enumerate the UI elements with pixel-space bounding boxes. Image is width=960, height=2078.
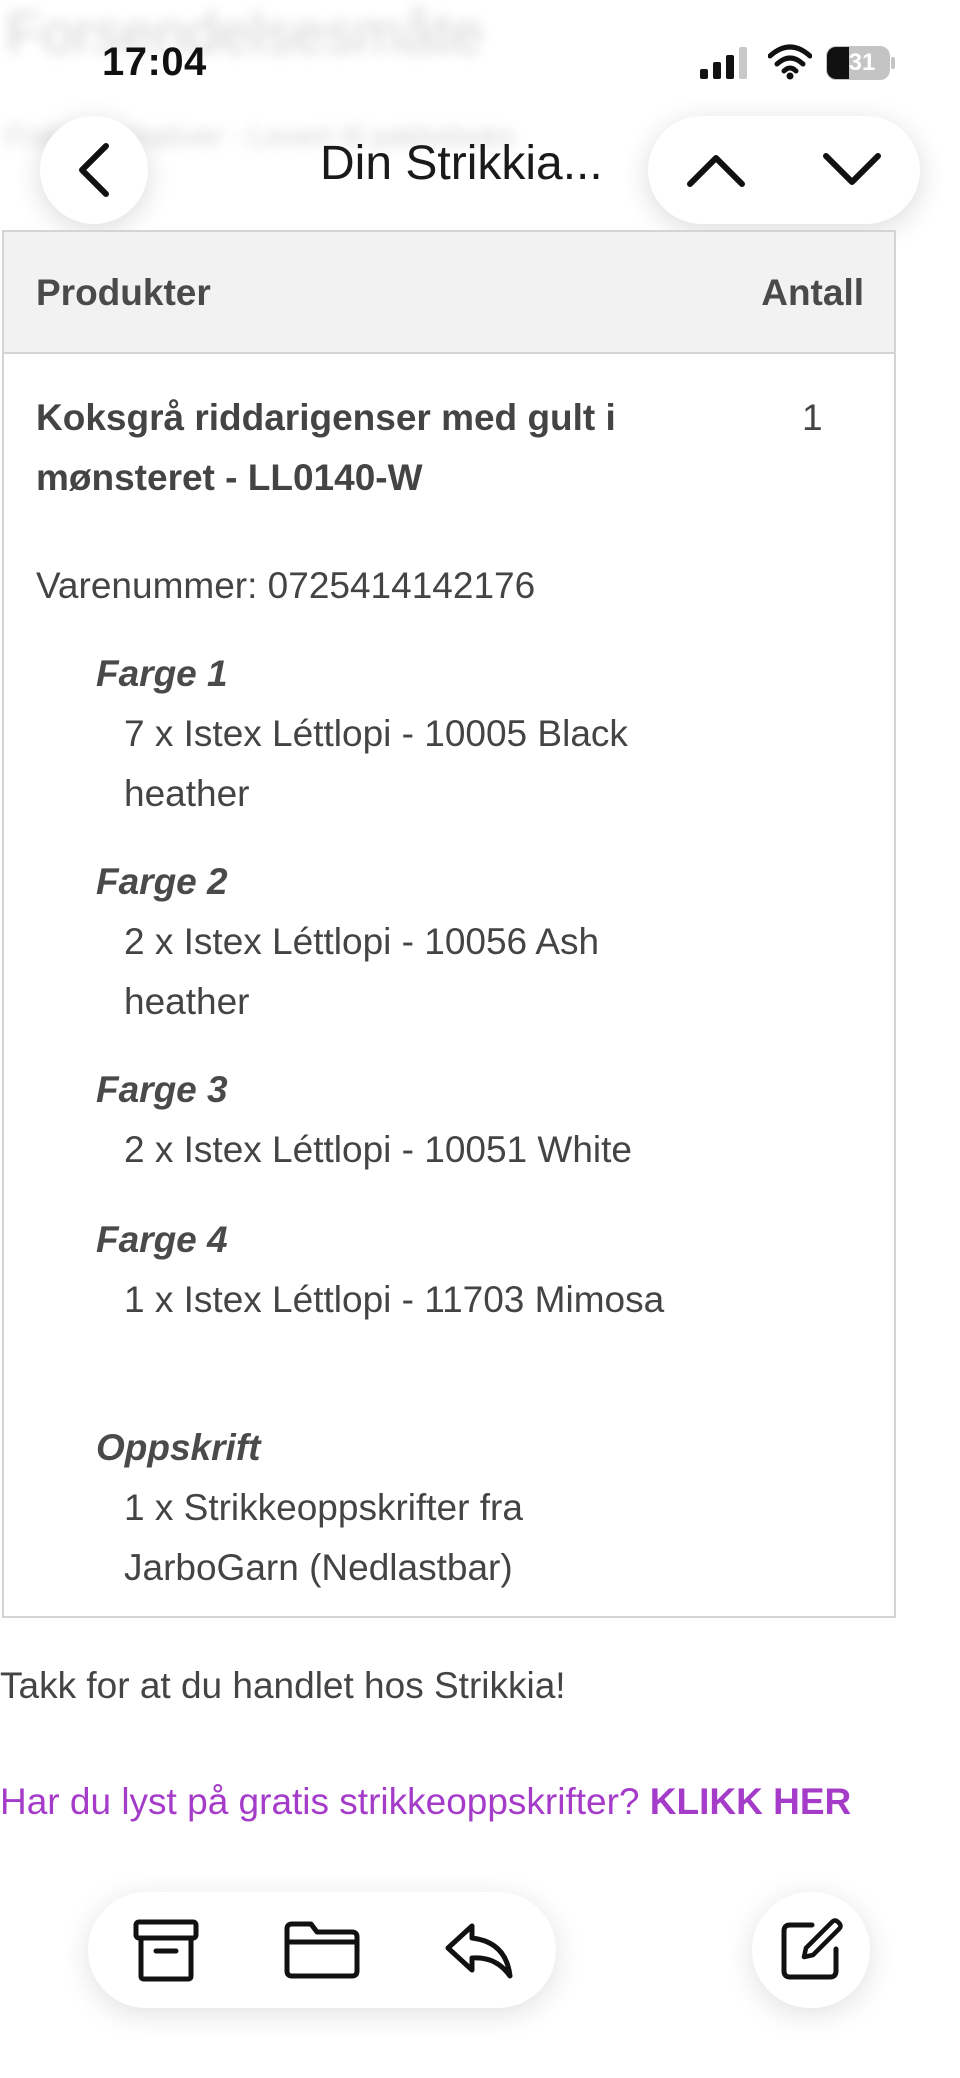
chevron-left-icon (79, 143, 109, 197)
option-value: 1 x Strikkeoppskrifter fra JarboGarn (Ne… (124, 1487, 523, 1588)
archive-button[interactable] (88, 1892, 244, 2008)
product-table: Produkter Antall Koksgrå riddarigenser m… (2, 230, 896, 1618)
folder-icon (284, 1921, 360, 1979)
message-navigation (648, 116, 920, 224)
next-message-button[interactable] (784, 116, 920, 224)
reply-icon (445, 1923, 513, 1979)
option-value: 2 x Istex Léttlopi - 10051 White (124, 1129, 632, 1170)
option-color-3: Farge 3 2 x Istex Léttlopi - 10051 White (96, 1060, 696, 1180)
table-header: Produkter Antall (4, 232, 894, 354)
bottom-toolbar (88, 1892, 556, 2008)
option-color-4: Farge 4 1 x Istex Léttlopi - 11703 Mimos… (96, 1210, 696, 1330)
option-label: Oppskrift (96, 1427, 261, 1468)
thank-you-text: Takk for at du handlet hos Strikkia! (0, 1665, 566, 1706)
battery-icon: 31 (826, 46, 896, 80)
chevron-up-icon (687, 155, 745, 187)
move-to-folder-button[interactable] (244, 1892, 400, 2008)
chevron-down-icon (823, 153, 881, 185)
reply-button[interactable] (400, 1892, 556, 2008)
status-bar: 17:04 31 (0, 0, 960, 110)
compose-icon (781, 1918, 843, 1980)
option-label: Farge 1 (96, 653, 228, 694)
option-color-1: Farge 1 7 x Istex Léttlopi - 10005 Black… (96, 644, 696, 824)
signal-icon (700, 47, 747, 79)
promo-text: Har du lyst på gratis strikkeoppskrifter… (0, 1781, 650, 1822)
option-value: 7 x Istex Léttlopi - 10005 Black heather (124, 713, 628, 814)
battery-level: 31 (848, 49, 876, 76)
option-label: Farge 4 (96, 1219, 228, 1260)
compose-button[interactable] (752, 1892, 870, 2008)
option-value: 1 x Istex Léttlopi - 11703 Mimosa (124, 1279, 665, 1320)
product-sku: Varenummer: 0725414142176 (36, 565, 536, 606)
column-header-products: Produkter (36, 272, 211, 313)
promo-click-here[interactable]: KLIKK HER (650, 1781, 851, 1822)
product-quantity: 1 (802, 397, 823, 438)
option-label: Farge 3 (96, 1069, 228, 1110)
email-subject-title: Din Strikkia... (320, 137, 603, 190)
promo-link[interactable]: Har du lyst på gratis strikkeoppskrifter… (0, 1772, 860, 1832)
wifi-icon (768, 44, 812, 80)
option-label: Farge 2 (96, 861, 228, 902)
back-button[interactable] (40, 116, 148, 224)
option-pattern: Oppskrift 1 x Strikkeoppskrifter fra Jar… (96, 1418, 696, 1598)
column-header-quantity: Antall (761, 272, 864, 313)
option-value: 2 x Istex Léttlopi - 10056 Ash heather (124, 921, 600, 1022)
product-name: Koksgrå riddarigenser med gult i mønster… (36, 397, 616, 498)
option-color-2: Farge 2 2 x Istex Léttlopi - 10056 Ash h… (96, 852, 696, 1032)
archive-icon (133, 1919, 199, 1982)
previous-message-button[interactable] (648, 116, 784, 224)
status-time: 17:04 (102, 40, 207, 84)
